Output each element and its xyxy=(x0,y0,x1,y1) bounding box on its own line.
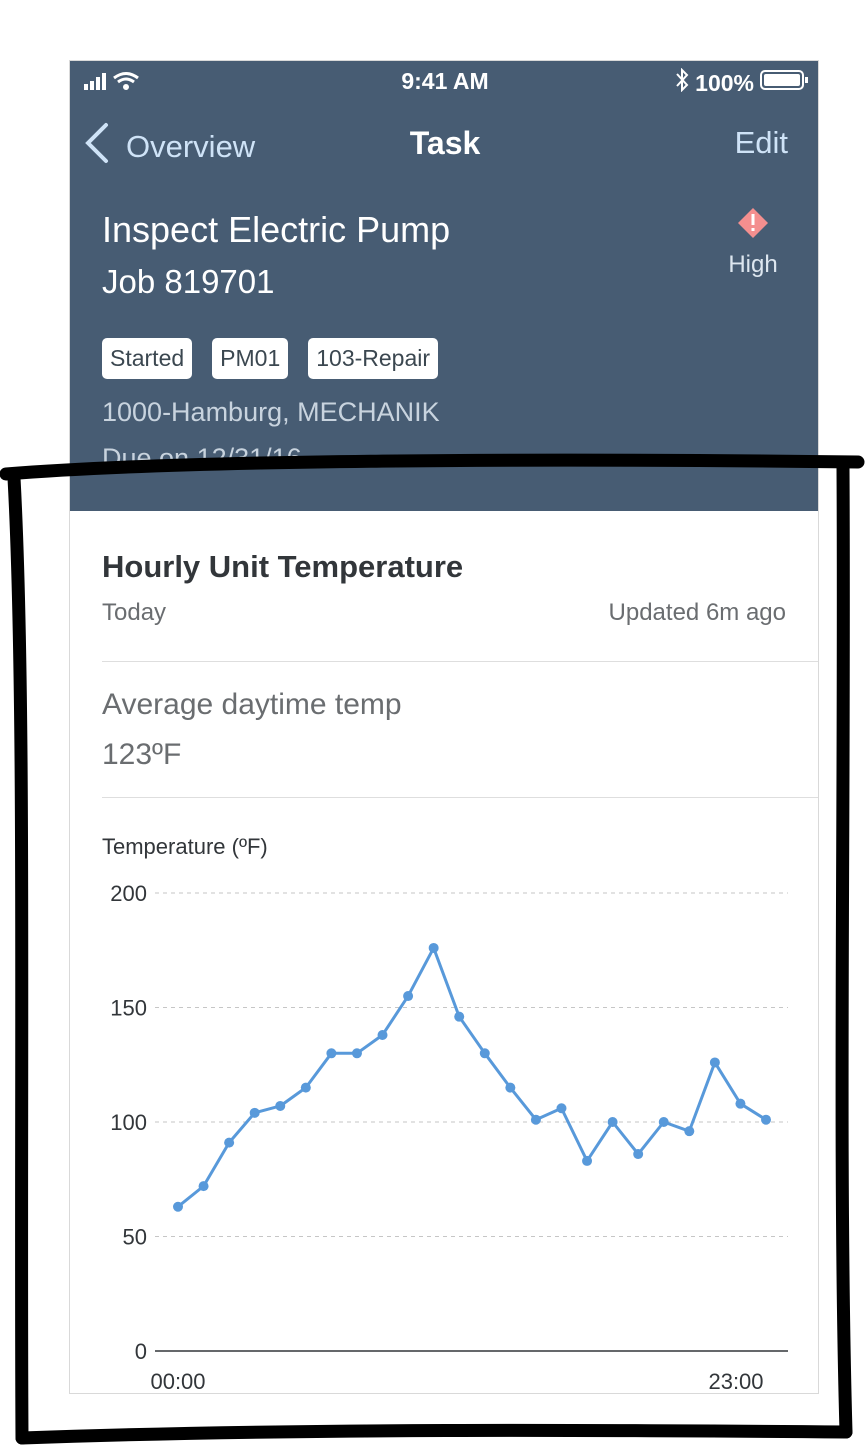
status-tag: Started xyxy=(102,338,193,379)
chart-grid: 0 50 100 150 200 xyxy=(110,881,788,1364)
priority-indicator: High xyxy=(718,206,788,279)
y-tick-label: 50 xyxy=(123,1225,147,1250)
y-tick-label: 200 xyxy=(110,881,147,906)
nav-title: Task xyxy=(409,125,481,161)
data-point[interactable] xyxy=(658,1117,669,1127)
data-point[interactable] xyxy=(351,1048,362,1059)
y-tick-label: 100 xyxy=(110,1110,147,1135)
location-text: 1000-Hamburg, MECHANIK xyxy=(102,397,440,427)
data-point[interactable] xyxy=(326,1048,337,1059)
due-date-text: Due on 12/31/16 xyxy=(102,443,302,473)
status-tags: Started PM01 103-Repair xyxy=(102,338,439,379)
data-point[interactable] xyxy=(454,1011,465,1022)
temperature-line-chart: 0 50 100 150 200 00:00 23:00 xyxy=(110,881,788,1394)
bluetooth-icon xyxy=(675,67,689,98)
data-point[interactable] xyxy=(300,1082,311,1093)
battery-icon xyxy=(760,69,810,97)
order-type-tag: PM01 xyxy=(212,338,289,379)
x-tick-label: 23:00 xyxy=(708,1369,763,1394)
data-point[interactable] xyxy=(275,1100,286,1111)
chart-x-axis: 00:00 23:00 xyxy=(150,1369,763,1394)
data-point[interactable] xyxy=(530,1114,541,1125)
data-point[interactable] xyxy=(505,1082,516,1093)
card-updated: Updated 6m ago xyxy=(608,599,786,626)
data-point[interactable] xyxy=(249,1107,260,1118)
card-title: Hourly Unit Temperature xyxy=(102,549,464,584)
data-point[interactable] xyxy=(633,1149,644,1160)
navigation-bar: Overview Task Edit xyxy=(70,121,818,171)
divider xyxy=(102,797,818,798)
average-value: 123ºF xyxy=(102,738,182,771)
priority-warning-icon xyxy=(736,208,770,244)
activity-tag: 103-Repair xyxy=(308,338,439,379)
task-header: 9:41 AM 100% Overview Task Edit Inspect … xyxy=(70,61,818,511)
x-tick-label: 00:00 xyxy=(150,1369,205,1394)
y-tick-label: 150 xyxy=(110,996,147,1021)
job-number: Job 819701 xyxy=(102,263,275,300)
data-point[interactable] xyxy=(198,1181,209,1192)
data-point[interactable] xyxy=(709,1057,720,1068)
data-point[interactable] xyxy=(377,1029,388,1040)
data-point[interactable] xyxy=(761,1114,771,1125)
status-bar: 9:41 AM 100% xyxy=(70,61,818,101)
data-point[interactable] xyxy=(684,1126,695,1137)
y-tick-label: 0 xyxy=(135,1339,147,1364)
data-point[interactable] xyxy=(582,1155,593,1166)
task-title: Inspect Electric Pump xyxy=(102,209,451,250)
priority-label: High xyxy=(728,251,778,278)
data-point[interactable] xyxy=(479,1048,490,1059)
battery-indicator: 100% xyxy=(675,67,810,98)
average-label: Average daytime temp xyxy=(102,688,402,721)
data-point[interactable] xyxy=(403,991,414,1002)
card-period: Today xyxy=(102,599,167,626)
data-point[interactable] xyxy=(173,1201,183,1212)
data-point[interactable] xyxy=(556,1103,567,1114)
divider xyxy=(102,661,818,662)
data-point[interactable] xyxy=(224,1137,235,1148)
chart-series xyxy=(173,942,771,1212)
data-point[interactable] xyxy=(735,1098,746,1109)
data-point[interactable] xyxy=(428,942,439,953)
battery-percent: 100% xyxy=(695,69,754,96)
data-point[interactable] xyxy=(607,1117,618,1127)
series-line xyxy=(177,946,767,1208)
phone-screen: 9:41 AM 100% Overview Task Edit Inspect … xyxy=(69,60,819,1394)
edit-button[interactable]: Edit xyxy=(735,125,788,161)
